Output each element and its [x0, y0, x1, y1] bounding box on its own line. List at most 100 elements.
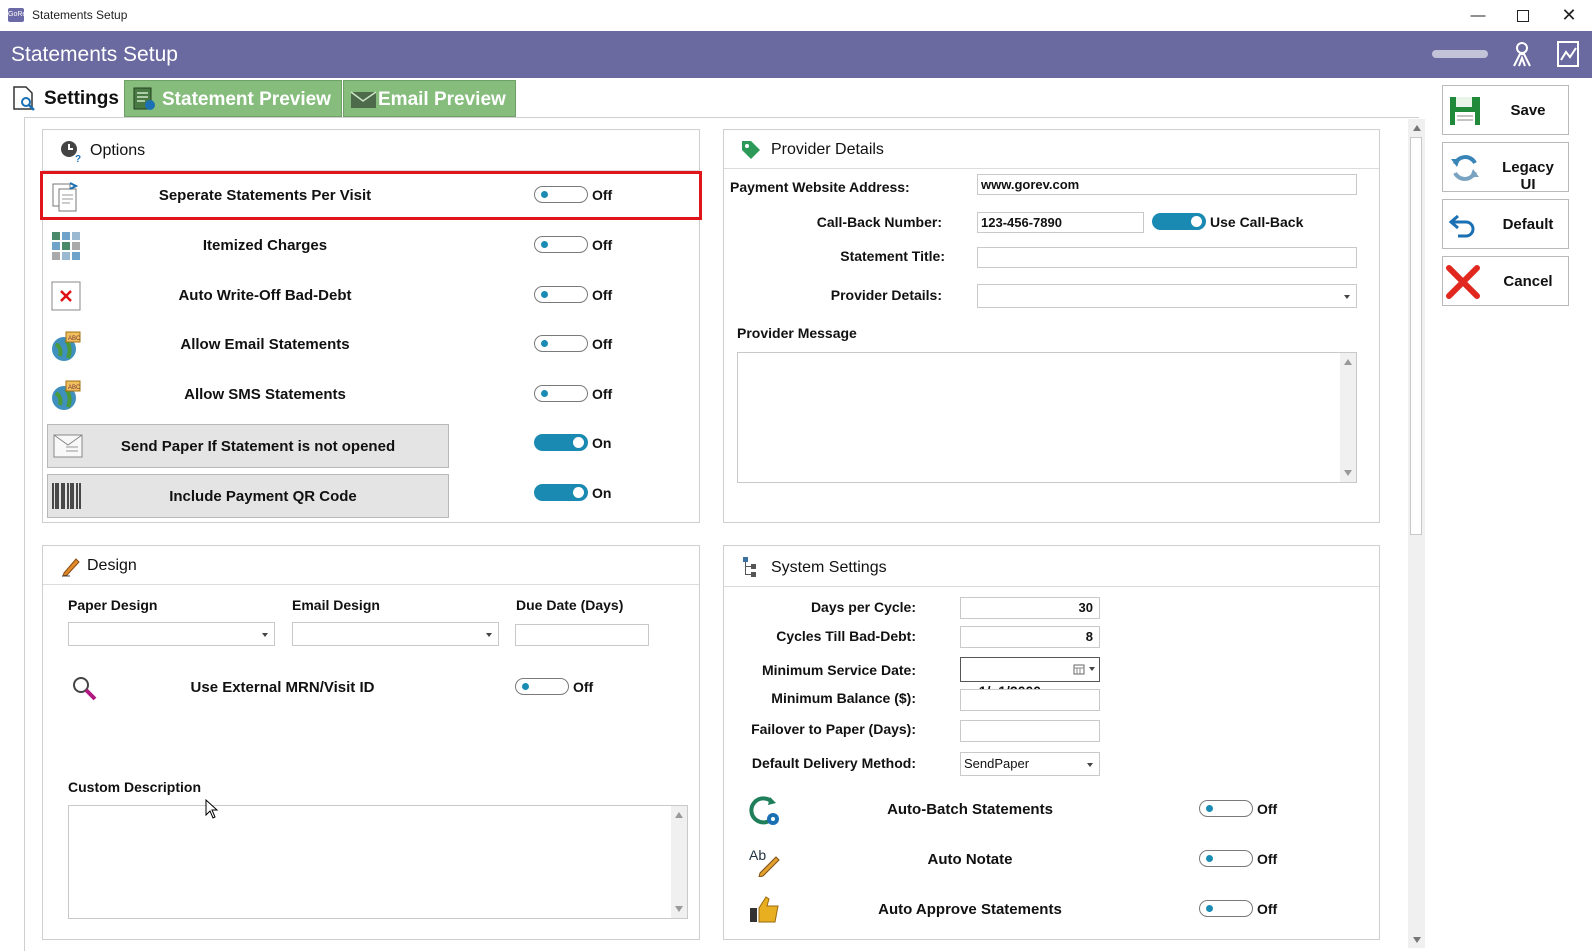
cycles-bad-debt-input[interactable]: 8	[960, 626, 1100, 648]
toggle-auto-approve[interactable]	[1199, 900, 1253, 917]
auto-notate-label: Auto Notate	[927, 851, 1013, 868]
barcode-icon	[52, 483, 81, 509]
default-button[interactable]: Default	[1442, 199, 1569, 249]
auto-batch-label: Auto-Batch Statements	[887, 801, 1053, 818]
min-balance-input[interactable]	[960, 689, 1100, 711]
system-settings-header: System Settings	[724, 546, 1379, 587]
toggle-email-statements[interactable]	[534, 335, 588, 352]
callback-input[interactable]: 123-456-7890	[977, 212, 1144, 233]
maximize-icon[interactable]	[1500, 0, 1546, 31]
close-icon[interactable]: ✕	[1546, 0, 1592, 31]
toggle-state-email: Off	[592, 336, 613, 352]
cycles-bad-debt-label: Cycles Till Bad-Debt:	[776, 628, 916, 644]
legacy-ui-button[interactable]: Legacy UI	[1442, 142, 1569, 193]
toggle-state-auto-approve: Off	[1257, 901, 1278, 917]
min-service-date-picker[interactable]: 1/ 1/2000	[960, 657, 1100, 699]
statement-title-input[interactable]	[977, 247, 1357, 268]
chevron-down-icon	[486, 633, 492, 637]
email-design-label: Email Design	[292, 597, 380, 613]
system-settings-title: System Settings	[771, 559, 887, 576]
cancel-button[interactable]: Cancel	[1442, 256, 1569, 306]
options-header: ? Options	[43, 130, 699, 171]
provider-message-scrollbar[interactable]	[1340, 353, 1356, 482]
svg-text:ABC: ABC	[68, 385, 81, 391]
custom-description-scrollbar[interactable]	[671, 806, 687, 918]
app-icon: GoRev	[8, 8, 30, 22]
days-per-cycle-input[interactable]: 30	[960, 597, 1100, 619]
scroll-thumb[interactable]	[1410, 137, 1422, 535]
option-label-send-paper: Send Paper If Statement is not opened	[120, 438, 396, 455]
main-scrollbar[interactable]	[1408, 119, 1425, 948]
toggle-send-paper[interactable]	[534, 434, 588, 451]
users-icon[interactable]	[1510, 40, 1538, 70]
scroll-up-icon[interactable]	[1344, 359, 1352, 365]
custom-description-textarea[interactable]	[68, 805, 688, 919]
scroll-up-icon[interactable]	[1413, 125, 1421, 131]
toggle-auto-notate[interactable]	[1199, 850, 1253, 867]
minimize-icon[interactable]: —	[1455, 0, 1501, 31]
provider-message-label: Provider Message	[737, 325, 857, 341]
toggle-qr-code[interactable]	[534, 484, 588, 501]
option-label-qr: Include Payment QR Code	[169, 488, 357, 505]
delivery-method-value: SendPaper	[964, 756, 1030, 771]
thumbs-up-icon	[748, 894, 782, 924]
failover-input[interactable]	[960, 720, 1100, 742]
due-date-input[interactable]	[515, 624, 649, 646]
provider-message-textarea[interactable]	[737, 352, 1357, 483]
cancel-x-icon	[1446, 265, 1480, 299]
tab-email-preview[interactable]: Email Preview	[343, 80, 516, 117]
qr-code-row[interactable]: Include Payment QR Code	[47, 474, 449, 518]
statement-preview-icon	[133, 87, 155, 110]
itemized-grid-icon	[50, 230, 82, 262]
tab-email-preview-label: Email Preview	[378, 89, 506, 110]
chevron-down-icon	[1087, 763, 1093, 767]
toggle-separate-statements[interactable]	[534, 186, 588, 203]
save-button[interactable]: Save	[1442, 85, 1569, 135]
toggle-use-callback[interactable]	[1152, 213, 1206, 230]
scroll-up-icon[interactable]	[675, 812, 683, 818]
tab-settings[interactable]: Settings	[4, 80, 122, 117]
toggle-state-auto-notate: Off	[1257, 851, 1278, 867]
send-paper-row[interactable]: Send Paper If Statement is not opened	[47, 424, 449, 468]
toggle-sms-statements[interactable]	[534, 385, 588, 402]
svg-text:?: ?	[75, 154, 81, 163]
email-globe-icon: ABC	[50, 330, 82, 362]
svg-text:Ab: Ab	[749, 847, 766, 863]
website-input[interactable]: www.gorev.com	[977, 174, 1357, 195]
refresh-gear-icon	[748, 794, 782, 828]
default-label: Default	[1502, 216, 1554, 233]
toggle-itemized-charges[interactable]	[534, 236, 588, 253]
toggle-auto-batch[interactable]	[1199, 800, 1253, 817]
toggle-state-writeoff: Off	[592, 287, 613, 303]
due-date-label: Due Date (Days)	[516, 597, 624, 613]
external-mrn-label: Use External MRN/Visit ID	[190, 679, 375, 696]
tab-statement-preview[interactable]: Statement Preview	[124, 80, 342, 117]
chevron-down-icon	[262, 633, 268, 637]
option-label-writeoff: Auto Write-Off Bad-Debt	[178, 287, 352, 304]
toggle-external-mrn[interactable]	[515, 678, 569, 695]
email-design-dropdown[interactable]	[292, 622, 499, 646]
paper-design-label: Paper Design	[68, 597, 158, 613]
options-title: Options	[90, 142, 146, 159]
delivery-method-dropdown[interactable]: SendPaper	[960, 752, 1100, 776]
provider-details-label: Provider Details:	[830, 287, 942, 303]
toggle-auto-writeoff[interactable]	[534, 286, 588, 303]
title-bar: GoRev Statements Setup — ✕	[0, 0, 1592, 32]
scroll-down-icon[interactable]	[1413, 937, 1421, 943]
min-balance-label: Minimum Balance ($):	[771, 690, 916, 706]
report-icon[interactable]	[1556, 40, 1580, 68]
calendar-icon[interactable]	[1073, 663, 1085, 675]
option-label-email: Allow Email Statements	[180, 336, 350, 353]
delivery-method-label: Default Delivery Method:	[751, 755, 916, 771]
scroll-down-icon[interactable]	[1344, 470, 1352, 476]
toggle-state-auto-batch: Off	[1257, 801, 1278, 817]
provider-details-dropdown[interactable]	[977, 284, 1357, 308]
tree-structure-icon	[743, 557, 756, 577]
paper-design-dropdown[interactable]	[68, 622, 275, 646]
scroll-down-icon[interactable]	[675, 906, 683, 912]
toggle-state-separate: Off	[592, 187, 613, 203]
option-label-separate: Seperate Statements Per Visit	[158, 187, 372, 204]
undo-arrow-icon	[1448, 214, 1475, 238]
search-icon	[70, 674, 98, 702]
mouse-cursor-icon	[205, 798, 219, 819]
